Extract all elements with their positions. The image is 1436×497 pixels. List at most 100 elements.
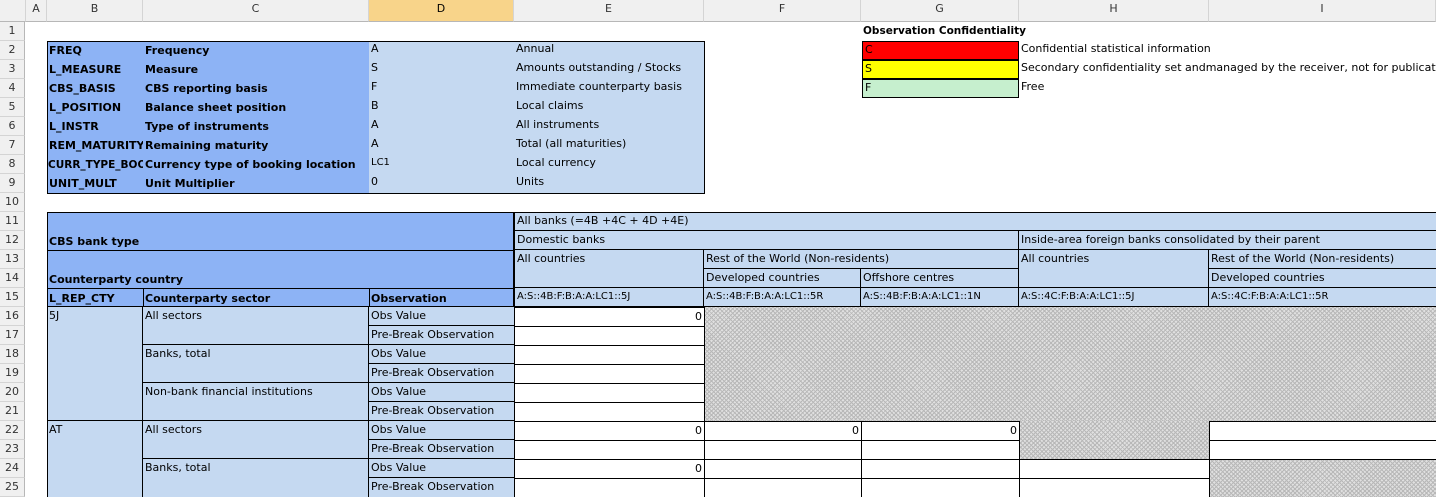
meta-desc-instr[interactable]: All instruments: [514, 116, 704, 134]
data-cell-e21[interactable]: [514, 402, 705, 422]
meta-value-unit-mult[interactable]: 0: [369, 173, 514, 191]
column-header-e[interactable]: E: [514, 0, 704, 22]
meta-desc-freq[interactable]: Annual: [514, 40, 704, 58]
column-header-c[interactable]: C: [143, 0, 369, 22]
obs-label-r24[interactable]: Obs Value: [369, 459, 514, 478]
row-header-3[interactable]: 3: [0, 60, 25, 79]
meta-desc-cbs-basis[interactable]: Immediate counterparty basis: [514, 78, 704, 96]
offshore-centres-header[interactable]: Offshore centres: [861, 269, 1019, 288]
domestic-banks-header[interactable]: Domestic banks: [514, 231, 1019, 250]
row-header-2[interactable]: 2: [0, 41, 25, 60]
data-cell-f23[interactable]: [704, 440, 862, 460]
row-header-5[interactable]: 5: [0, 98, 25, 117]
cbs-bank-type-label[interactable]: CBS bank type: [47, 233, 347, 251]
data-cell-g24[interactable]: [861, 459, 1020, 479]
column-header-g[interactable]: G: [861, 0, 1019, 22]
meta-desc-maturity[interactable]: Total (all maturities): [514, 135, 704, 153]
row-header-25[interactable]: 25: [0, 478, 25, 497]
row-header-18[interactable]: 18: [0, 345, 25, 364]
meta-label-curr-type[interactable]: Currency type of booking location: [143, 156, 369, 174]
data-cell-e23[interactable]: [514, 440, 705, 460]
data-cell-e24[interactable]: 0: [514, 459, 705, 479]
counterparty-sector-label[interactable]: Counterparty sector: [143, 290, 369, 308]
row-header-17[interactable]: 17: [0, 326, 25, 345]
meta-code-position[interactable]: L_POSITION: [47, 99, 143, 117]
meta-desc-measure[interactable]: Amounts outstanding / Stocks: [514, 59, 704, 77]
obs-label-r20[interactable]: Obs Value: [369, 383, 514, 402]
obs-label-r22[interactable]: Obs Value: [369, 421, 514, 440]
meta-code-unit-mult[interactable]: UNIT_MULT: [47, 175, 143, 193]
data-cell-e16[interactable]: 0: [514, 307, 705, 327]
meta-value-freq[interactable]: A: [369, 40, 514, 58]
all-countries-header-1[interactable]: All countries: [514, 250, 704, 288]
data-cell-h25[interactable]: [1019, 478, 1210, 497]
data-cell-h24[interactable]: [1019, 459, 1210, 479]
column-header-h[interactable]: H: [1019, 0, 1209, 22]
data-cell-f24[interactable]: [704, 459, 862, 479]
sector-banks-total-at[interactable]: Banks, total: [143, 459, 369, 497]
data-cell-g23[interactable]: [861, 440, 1020, 460]
column-header-d[interactable]: D: [369, 0, 514, 22]
row-header-12[interactable]: 12: [0, 231, 25, 250]
column-header-f[interactable]: F: [704, 0, 861, 22]
sector-all-sectors-5j[interactable]: All sectors: [143, 307, 369, 345]
column-header-i[interactable]: I: [1209, 0, 1436, 22]
row-header-9[interactable]: 9: [0, 174, 25, 193]
meta-code-curr-type[interactable]: CURR_TYPE_BOOK: [47, 156, 143, 174]
data-cell-i22[interactable]: [1209, 421, 1436, 441]
confidentiality-desc-s[interactable]: Secondary confidentiality set andmanaged…: [1019, 59, 1436, 77]
row-header-1[interactable]: 1: [0, 22, 25, 41]
meta-value-instr[interactable]: A: [369, 116, 514, 134]
row-header-6[interactable]: 6: [0, 117, 25, 136]
row-header-20[interactable]: 20: [0, 383, 25, 402]
rest-world-header-1[interactable]: Rest of the World (Non-residents): [704, 250, 1019, 269]
row-header-23[interactable]: 23: [0, 440, 25, 459]
series-key-i[interactable]: A:S::4C:F:B:A:A:LC1::5R: [1209, 288, 1436, 307]
obs-label-r25[interactable]: Pre-Break Observation: [369, 478, 514, 497]
row-header-14[interactable]: 14: [0, 269, 25, 288]
inside-area-header[interactable]: Inside-area foreign banks consolidated b…: [1019, 231, 1436, 250]
obs-label-r16[interactable]: Obs Value: [369, 307, 514, 326]
row-header-15[interactable]: 15: [0, 288, 25, 307]
row-header-7[interactable]: 7: [0, 136, 25, 155]
data-cell-g22[interactable]: 0: [861, 421, 1020, 441]
rest-world-header-2[interactable]: Rest of the World (Non-residents): [1209, 250, 1436, 269]
obs-label-r21[interactable]: Pre-Break Observation: [369, 402, 514, 421]
row-header-19[interactable]: 19: [0, 364, 25, 383]
meta-value-curr-type[interactable]: LC1: [369, 154, 514, 172]
meta-desc-curr-type[interactable]: Local currency: [514, 154, 704, 172]
column-header-b[interactable]: B: [47, 0, 143, 22]
data-cell-f22[interactable]: 0: [704, 421, 862, 441]
row-header-21[interactable]: 21: [0, 402, 25, 421]
confidentiality-desc-f[interactable]: Free: [1019, 78, 1436, 96]
developed-countries-header-1[interactable]: Developed countries: [704, 269, 861, 288]
obs-label-r17[interactable]: Pre-Break Observation: [369, 326, 514, 345]
obs-label-r18[interactable]: Obs Value: [369, 345, 514, 364]
meta-desc-position[interactable]: Local claims: [514, 97, 704, 115]
confidentiality-code-f[interactable]: F: [862, 79, 1019, 98]
obs-label-r23[interactable]: Pre-Break Observation: [369, 440, 514, 459]
confidentiality-code-s[interactable]: S: [862, 60, 1019, 79]
meta-label-freq[interactable]: Frequency: [143, 42, 369, 60]
observation-label[interactable]: Observation: [369, 290, 514, 308]
data-cell-f25[interactable]: [704, 478, 862, 497]
obs-label-r19[interactable]: Pre-Break Observation: [369, 364, 514, 383]
data-cell-i23[interactable]: [1209, 440, 1436, 460]
sector-all-sectors-at[interactable]: All sectors: [143, 421, 369, 459]
row-header-24[interactable]: 24: [0, 459, 25, 478]
meta-code-freq[interactable]: FREQ: [47, 42, 143, 60]
l-rep-cty-label[interactable]: L_REP_CTY: [47, 290, 143, 308]
meta-label-unit-mult[interactable]: Unit Multiplier: [143, 175, 369, 193]
data-cell-g25[interactable]: [861, 478, 1020, 497]
series-key-f[interactable]: A:S::4B:F:B:A:A:LC1::5R: [704, 288, 861, 307]
meta-code-cbs-basis[interactable]: CBS_BASIS: [47, 80, 143, 98]
all-banks-header[interactable]: All banks (=4B +4C + 4D +4E): [514, 212, 1436, 231]
meta-value-position[interactable]: B: [369, 97, 514, 115]
meta-label-cbs-basis[interactable]: CBS reporting basis: [143, 80, 369, 98]
data-cell-e19[interactable]: [514, 364, 705, 384]
confidentiality-desc-c[interactable]: Confidential statistical information: [1019, 40, 1436, 58]
confidentiality-code-c[interactable]: C: [862, 41, 1019, 60]
developed-countries-header-2[interactable]: Developed countries: [1209, 269, 1436, 288]
row-header-10[interactable]: 10: [0, 193, 25, 212]
meta-value-maturity[interactable]: A: [369, 135, 514, 153]
